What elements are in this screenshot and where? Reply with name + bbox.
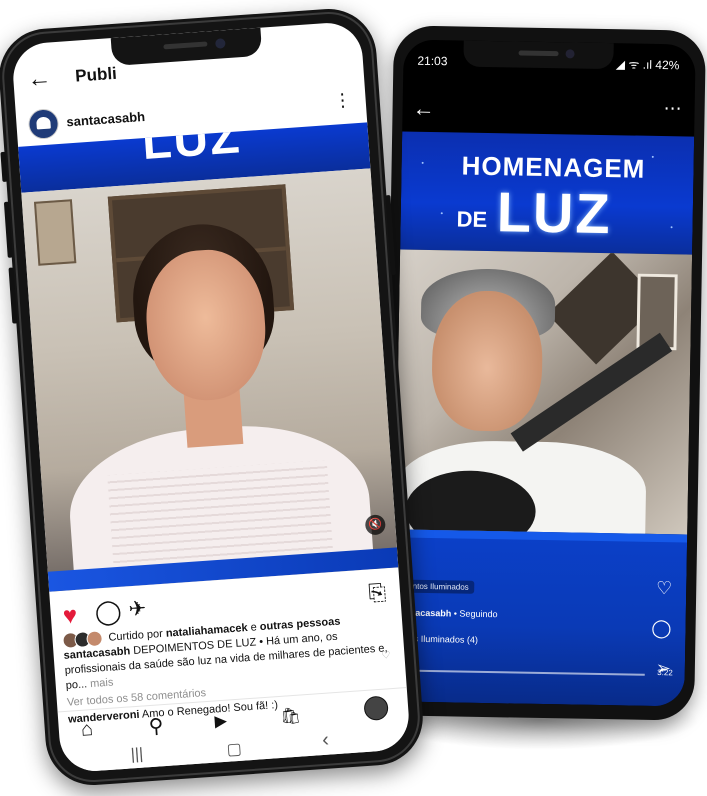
caption-heart-icon[interactable]: ♡: [381, 648, 391, 664]
reels-icon[interactable]: ▶: [214, 711, 228, 732]
comment-icon[interactable]: ◯: [651, 618, 672, 639]
video-duration: 3:22: [657, 668, 673, 678]
front-phone: ← Publi santacasabh ⋮ LUZ 🔇 ♥ ◯ ✈ ⎘ Curt…: [0, 5, 426, 789]
man-face: [430, 290, 544, 432]
back-phone: 21:03 ◢ ᯤ .ıl 42% ← ⋯ HOMENAGEM DE LUZ e…: [382, 25, 706, 721]
shop-icon[interactable]: 🛍: [280, 706, 302, 727]
battery-percent: 42%: [655, 57, 680, 73]
signal-icons: ◢ ᯤ .ıl: [615, 57, 653, 72]
banner-line-2: DE: [456, 206, 488, 232]
like-heart-icon[interactable]: ♥: [62, 602, 78, 631]
liked-prefix: Curtido por: [108, 627, 164, 644]
video-progress-bar[interactable]: [400, 669, 645, 676]
status-icons: ◢ ᯤ .ıl 42%: [616, 55, 680, 73]
comment-icon[interactable]: ◯: [94, 597, 123, 628]
reel-video[interactable]: [395, 249, 693, 535]
back-arrow-icon[interactable]: ←: [26, 64, 52, 94]
speaker-grille: [518, 50, 559, 57]
page-title: Publi: [74, 63, 118, 86]
background-painting: [33, 199, 77, 266]
home-icon[interactable]: ⌂: [80, 718, 94, 742]
system-back-icon[interactable]: ‹: [321, 729, 329, 752]
reel-top-nav: ← ⋯: [402, 89, 695, 134]
share-icon[interactable]: ✈: [128, 596, 147, 622]
reel-overlay: entos Iluminados antacasabh • Seguindo n…: [392, 529, 688, 707]
search-icon[interactable]: ⚲: [148, 713, 164, 739]
reel-user[interactable]: antacasabh • Seguindo: [402, 608, 498, 620]
system-home-icon[interactable]: ▢: [226, 739, 242, 760]
back-phone-notch: [463, 40, 614, 70]
more-options-icon[interactable]: ⋯: [663, 98, 682, 119]
banner-line-3: LUZ: [496, 180, 613, 246]
more-options-icon[interactable]: ⋮: [333, 89, 352, 111]
caption-owner[interactable]: santacasabh: [63, 645, 130, 662]
account-username[interactable]: santacasabh: [66, 109, 146, 129]
front-camera: [565, 49, 575, 59]
recents-icon[interactable]: |||: [130, 746, 144, 765]
back-phone-screen: 21:03 ◢ ᯤ .ıl 42% ← ⋯ HOMENAGEM DE LUZ e…: [392, 39, 696, 707]
account-avatar[interactable]: [27, 108, 60, 141]
profile-avatar-icon[interactable]: [363, 695, 389, 722]
liked-suffix: e: [250, 620, 258, 634]
speaker-grille: [163, 41, 208, 50]
caption-more-link[interactable]: mais: [90, 677, 114, 691]
front-camera: [215, 38, 226, 49]
post-video[interactable]: 🔇: [21, 168, 399, 592]
reel-banner: HOMENAGEM DE LUZ: [400, 131, 695, 255]
like-heart-icon[interactable]: ♡: [656, 578, 672, 599]
front-phone-screen: ← Publi santacasabh ⋮ LUZ 🔇 ♥ ◯ ✈ ⎘ Curt…: [10, 20, 412, 774]
status-time: 21:03: [417, 53, 448, 69]
bookmark-icon[interactable]: ⎘: [368, 579, 387, 606]
back-arrow-icon[interactable]: ←: [412, 96, 434, 122]
follow-status: • Seguindo: [453, 608, 498, 620]
mute-icon[interactable]: 🔇: [364, 514, 386, 536]
